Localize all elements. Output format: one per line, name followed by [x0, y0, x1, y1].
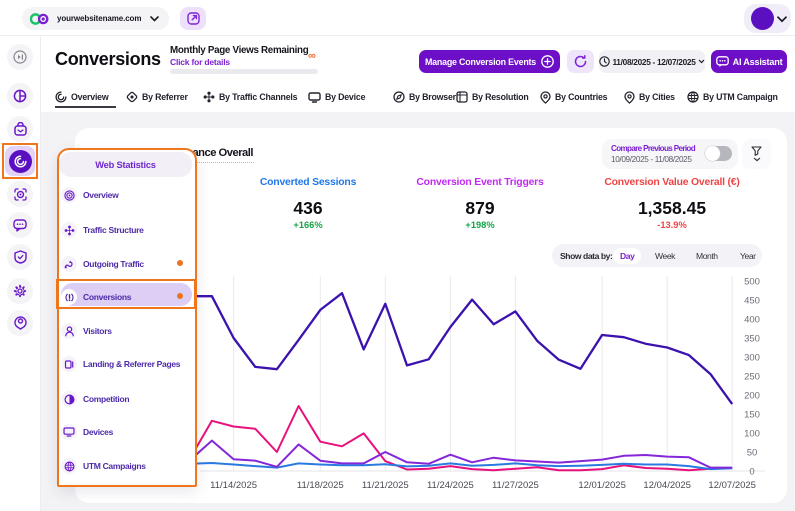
svg-text:150: 150: [744, 409, 760, 420]
svg-text:450: 450: [744, 295, 760, 306]
svg-text:11/18/2025: 11/18/2025: [297, 480, 344, 491]
svg-text:300: 300: [744, 352, 760, 363]
svg-text:12/01/2025: 12/01/2025: [578, 480, 626, 491]
svg-text:12/04/2025: 12/04/2025: [643, 480, 691, 491]
svg-text:50: 50: [747, 447, 758, 458]
svg-text:11/14/2025: 11/14/2025: [210, 480, 257, 491]
svg-text:500: 500: [744, 276, 760, 287]
svg-text:250: 250: [744, 371, 760, 382]
svg-text:350: 350: [744, 333, 760, 344]
svg-text:100: 100: [744, 428, 760, 439]
svg-text:11/21/2025: 11/21/2025: [362, 480, 409, 491]
svg-text:11/24/2025: 11/24/2025: [427, 480, 474, 491]
svg-text:12/07/2025: 12/07/2025: [708, 480, 756, 491]
svg-text:11/27/2025: 11/27/2025: [492, 480, 539, 491]
svg-text:200: 200: [744, 390, 760, 401]
svg-text:0: 0: [749, 466, 754, 477]
svg-text:400: 400: [744, 314, 760, 325]
